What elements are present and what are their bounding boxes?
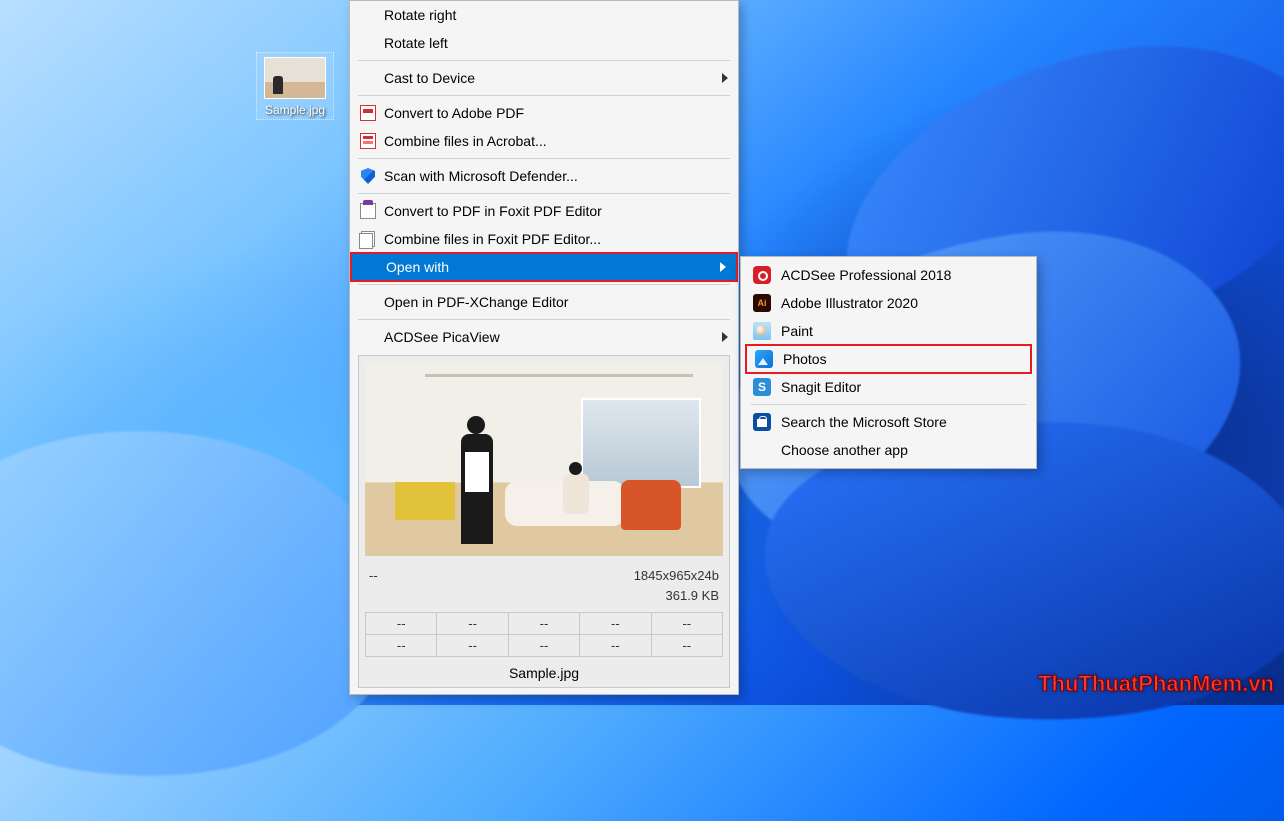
picaview-dimensions: 1845x965x24b bbox=[634, 568, 719, 583]
menu-combine-foxit[interactable]: Combine files in Foxit PDF Editor... bbox=[350, 225, 738, 253]
menu-label: Scan with Microsoft Defender... bbox=[384, 168, 728, 184]
picaview-filename: Sample.jpg bbox=[359, 661, 729, 687]
picaview-cell: -- bbox=[437, 613, 508, 635]
menu-rotate-left[interactable]: Rotate left bbox=[350, 29, 738, 57]
picaview-cell: -- bbox=[366, 613, 437, 635]
picaview-cell: -- bbox=[580, 635, 651, 657]
menu-label: ACDSee PicaView bbox=[384, 329, 722, 345]
openwith-illustrator[interactable]: Ai Adobe Illustrator 2020 bbox=[741, 289, 1036, 317]
menu-label: Cast to Device bbox=[384, 70, 722, 86]
menu-label: Convert to Adobe PDF bbox=[384, 105, 728, 121]
picaview-cell: -- bbox=[651, 635, 722, 657]
menu-scan-defender[interactable]: Scan with Microsoft Defender... bbox=[350, 162, 738, 190]
submenu-label: Snagit Editor bbox=[781, 379, 861, 395]
adobe-combine-icon bbox=[360, 133, 376, 149]
menu-separator bbox=[358, 95, 730, 96]
openwith-snagit[interactable]: S Snagit Editor bbox=[741, 373, 1036, 401]
submenu-arrow-icon bbox=[722, 73, 728, 83]
submenu-label: Search the Microsoft Store bbox=[781, 414, 947, 430]
menu-convert-adobe-pdf[interactable]: Convert to Adobe PDF bbox=[350, 99, 738, 127]
file-label: Sample.jpg bbox=[259, 103, 331, 117]
picaview-info-left: -- bbox=[369, 568, 378, 583]
submenu-label: ACDSee Professional 2018 bbox=[781, 267, 951, 283]
watermark-text: ThuThuatPhanMem.vn bbox=[1038, 671, 1274, 697]
acdsee-icon bbox=[753, 266, 771, 284]
submenu-label: Photos bbox=[783, 351, 827, 367]
menu-label: Rotate right bbox=[384, 7, 728, 23]
file-thumbnail bbox=[264, 57, 326, 99]
menu-rotate-right[interactable]: Rotate right bbox=[350, 1, 738, 29]
picaview-info: -- 1845x965x24b 361.9 KB bbox=[359, 562, 729, 608]
menu-label: Rotate left bbox=[384, 35, 728, 51]
menu-separator bbox=[751, 404, 1026, 405]
submenu-arrow-icon bbox=[720, 262, 726, 272]
picaview-preview-image bbox=[365, 362, 723, 556]
menu-separator bbox=[358, 284, 730, 285]
menu-combine-acrobat[interactable]: Combine files in Acrobat... bbox=[350, 127, 738, 155]
picaview-grid: -- -- -- -- -- -- -- -- -- -- bbox=[365, 612, 723, 657]
picaview-filesize: 361.9 KB bbox=[666, 588, 720, 603]
menu-label: Convert to PDF in Foxit PDF Editor bbox=[384, 203, 728, 219]
photos-icon bbox=[755, 350, 773, 368]
submenu-arrow-icon bbox=[722, 332, 728, 342]
menu-separator bbox=[358, 60, 730, 61]
context-menu: Rotate right Rotate left Cast to Device … bbox=[349, 0, 739, 695]
submenu-label: Paint bbox=[781, 323, 813, 339]
menu-convert-foxit[interactable]: Convert to PDF in Foxit PDF Editor bbox=[350, 197, 738, 225]
picaview-cell: -- bbox=[437, 635, 508, 657]
menu-label: Combine files in Foxit PDF Editor... bbox=[384, 231, 728, 247]
paint-icon bbox=[753, 322, 771, 340]
picaview-cell: -- bbox=[651, 613, 722, 635]
adobe-pdf-icon bbox=[360, 105, 376, 121]
menu-open-with[interactable]: Open with bbox=[350, 252, 738, 282]
illustrator-icon: Ai bbox=[753, 294, 771, 312]
foxit-icon bbox=[360, 203, 376, 219]
menu-acdsee-picaview[interactable]: ACDSee PicaView bbox=[350, 323, 738, 351]
open-with-submenu: ACDSee Professional 2018 Ai Adobe Illust… bbox=[740, 256, 1037, 469]
snagit-icon: S bbox=[753, 378, 771, 396]
submenu-label: Adobe Illustrator 2020 bbox=[781, 295, 918, 311]
menu-label: Open in PDF-XChange Editor bbox=[384, 294, 728, 310]
openwith-choose-another[interactable]: Choose another app bbox=[741, 436, 1036, 464]
picaview-cell: -- bbox=[580, 613, 651, 635]
menu-separator bbox=[358, 193, 730, 194]
menu-open-pdfxchange[interactable]: Open in PDF-XChange Editor bbox=[350, 288, 738, 316]
menu-label: Combine files in Acrobat... bbox=[384, 133, 728, 149]
openwith-acdsee[interactable]: ACDSee Professional 2018 bbox=[741, 261, 1036, 289]
picaview-cell: -- bbox=[366, 635, 437, 657]
menu-cast-to-device[interactable]: Cast to Device bbox=[350, 64, 738, 92]
menu-separator bbox=[358, 319, 730, 320]
openwith-paint[interactable]: Paint bbox=[741, 317, 1036, 345]
openwith-photos[interactable]: Photos bbox=[745, 344, 1032, 374]
microsoft-store-icon bbox=[753, 413, 771, 431]
openwith-search-store[interactable]: Search the Microsoft Store bbox=[741, 408, 1036, 436]
picaview-cell: -- bbox=[508, 613, 579, 635]
picaview-panel: -- 1845x965x24b 361.9 KB -- -- -- -- -- … bbox=[358, 355, 730, 688]
defender-shield-icon bbox=[361, 168, 375, 184]
menu-label: Open with bbox=[386, 259, 720, 275]
foxit-combine-icon bbox=[361, 231, 375, 247]
desktop-file-icon[interactable]: Sample.jpg bbox=[256, 52, 334, 120]
menu-separator bbox=[358, 158, 730, 159]
submenu-label: Choose another app bbox=[781, 442, 908, 458]
picaview-cell: -- bbox=[508, 635, 579, 657]
